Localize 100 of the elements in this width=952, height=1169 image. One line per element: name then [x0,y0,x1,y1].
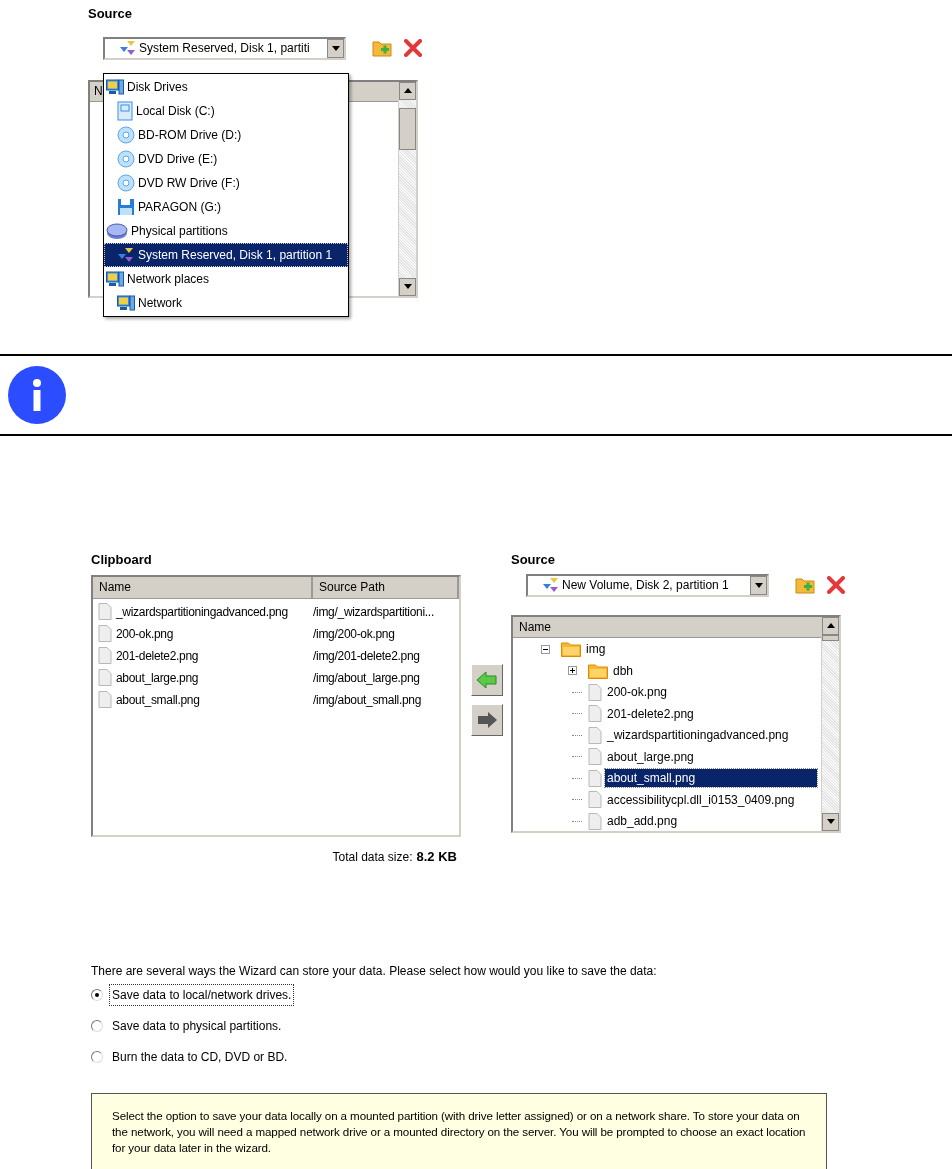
dropdown-value: New Volume, Disk 2, partition 1 [562,577,730,594]
table-cell-text: /img/about_large.png [313,669,420,687]
disc-icon [117,173,135,192]
right-arrow-icon [477,712,497,728]
dropdown-option[interactable]: System Reserved, Disk 1, partition 1 [104,242,348,267]
file-icon [588,683,602,701]
tree-item[interactable]: _wizardspartitioningadvanced.png [605,726,791,745]
dropdown-option[interactable]: PARAGON (G:) [104,194,348,219]
collapse-toggle[interactable] [541,644,550,654]
file-icon [588,812,602,830]
plus-icon [570,668,575,674]
computer-icon [117,294,135,311]
delete-icon[interactable] [404,39,422,57]
column-header[interactable]: Name [93,576,313,598]
scroll-thumb[interactable] [399,107,416,150]
scroll-thumb[interactable] [822,634,839,641]
dropdown-arrow-button[interactable] [327,38,344,58]
scrollbar[interactable] [398,81,416,296]
file-icon [588,726,602,744]
copy-to-clipboard-button[interactable] [471,664,503,696]
left-arrow-icon [477,672,497,688]
table-cell-text: _wizardspartitioningadvanced.png [116,603,288,621]
tree-item[interactable]: 200-ok.png [605,683,670,702]
section-heading: Clipboard [91,551,152,569]
dropdown-arrow-button[interactable] [750,575,767,595]
table-cell-text: 201-delete2.png [116,647,199,665]
disk-icon [106,221,128,240]
radio-label[interactable]: Save data to local/network drives. [110,984,294,1005]
dropdown-option[interactable]: Physical partitions [104,218,348,243]
tree-item[interactable]: img [584,640,608,659]
remove-from-clipboard-button[interactable] [471,704,503,736]
disc-icon [117,125,135,144]
folder-icon [561,641,581,658]
file-icon [588,769,602,787]
column-header[interactable]: Source Path [313,576,459,598]
table-cell-text: about_large.png [116,669,199,687]
dropdown-option[interactable]: Local Disk (C:) [104,98,348,123]
table-cell-text: /img/about_small.png [313,691,422,709]
dropdown-option[interactable]: Network [104,290,348,315]
partition-icon [119,40,137,56]
dropdown-option[interactable]: Disk Drives [104,74,348,99]
partition-icon [117,246,135,263]
hint-box: Select the option to save your data locally on a mounted partition (with drive letter assigned) or on a network share. To store your data on the network, you will need a mapped network drive or a mounted directory on the server. You will be prompted to choose an exact location for your data later in the wizard. [91,1093,827,1169]
file-icon [98,669,112,686]
scroll-up-button[interactable] [822,616,839,635]
up-arrow-icon [826,623,835,628]
dropdown-value: System Reserved, Disk 1, partiti [139,40,311,57]
column-header[interactable]: Name [513,616,821,638]
tree-item[interactable]: accessibilitycpl.dll_i0153_0409.png [605,790,797,809]
minus-icon [543,646,548,652]
total-size-value: 8.2 KB [416,847,457,866]
folder-icon [588,662,608,679]
add-folder-icon[interactable] [372,39,392,57]
tree-item[interactable]: about_large.png [605,747,696,766]
table-cell-text: /img/200-ok.png [313,625,395,643]
dropdown-option[interactable]: Network places [104,266,348,291]
add-folder-icon[interactable] [795,576,815,594]
table-cell-text: 200-ok.png [116,625,174,643]
tree-item[interactable]: adb_add.png [605,812,680,831]
tree-item[interactable]: dbh [611,661,636,680]
tree-item[interactable]: about_small.png [605,769,817,788]
table-cell-text: /img/201-delete2.png [313,647,420,665]
file-icon [588,791,602,809]
radio-label[interactable]: Save data to physical partitions. [110,1015,284,1036]
info-icon [7,365,67,425]
total-size-label: Total data size: [332,848,413,866]
dropdown-option[interactable]: DVD Drive (E:) [104,146,348,171]
section-heading: Source [88,5,133,23]
file-icon [98,625,112,642]
table-cell-text: /img/_wizardspartitioni... [313,603,434,621]
dropdown-option[interactable]: DVD RW Drive (F:) [104,170,348,195]
floppy-icon [117,197,135,216]
radio-label[interactable]: Burn the data to CD, DVD or BD. [110,1046,290,1067]
expand-toggle[interactable] [568,666,577,676]
scroll-up-button[interactable] [399,81,416,100]
computer-icon [106,78,124,95]
radio-button[interactable] [91,1050,103,1063]
storage-prompt: There are several ways the Wizard can store your data. Please select how would you like to save the data: [91,963,657,980]
partition-icon [542,577,560,593]
source-dropdown[interactable]: New Volume, Disk 2, partition 1 [526,573,769,597]
down-arrow-icon [403,284,412,289]
down-arrow-icon [826,819,835,824]
radio-button[interactable] [91,988,103,1001]
dropdown-option[interactable]: BD-ROM Drive (D:) [104,122,348,147]
caret-icon [331,45,340,51]
scroll-down-button[interactable] [822,812,839,831]
file-icon [588,705,602,723]
computer-icon [106,270,124,287]
disc-icon [117,149,135,168]
file-icon [98,691,112,708]
delete-icon[interactable] [827,576,845,594]
tree-item[interactable]: 201-delete2.png [605,704,696,723]
file-icon [98,603,112,620]
caret-icon [754,582,763,588]
scroll-down-button[interactable] [399,277,416,296]
drive-icon [117,100,133,121]
source-dropdown[interactable]: System Reserved, Disk 1, partiti [103,36,346,60]
section-heading: Source [511,551,556,569]
radio-button[interactable] [91,1019,103,1032]
scrollbar[interactable] [821,616,839,831]
